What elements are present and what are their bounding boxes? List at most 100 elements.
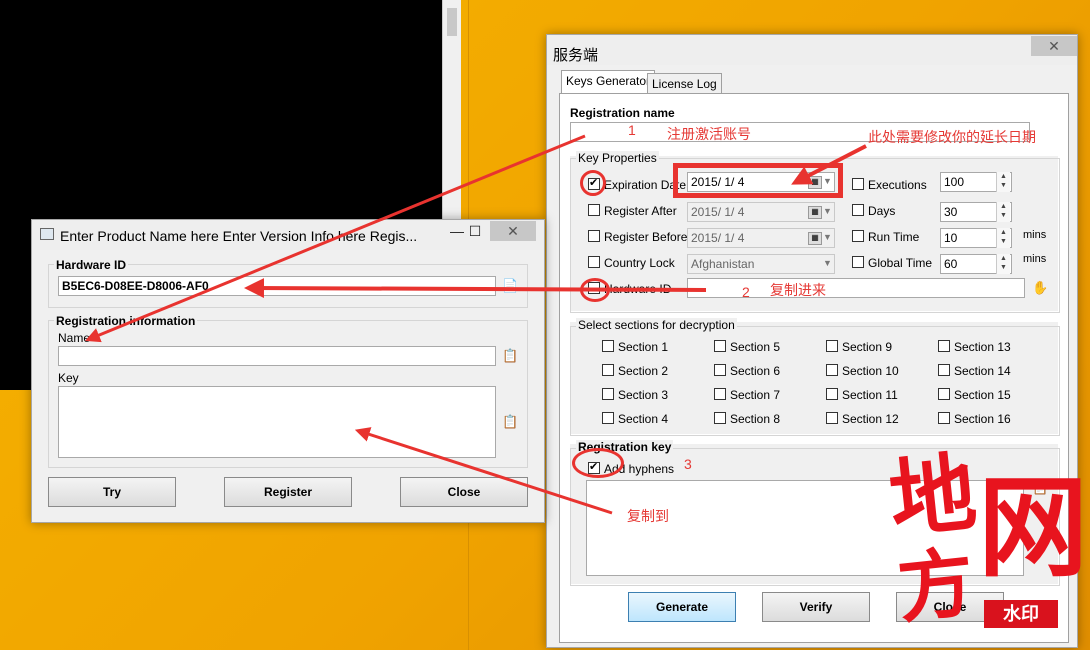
calendar-icon[interactable]: ▦ (808, 206, 822, 219)
section-checkbox[interactable] (602, 412, 614, 424)
section-checkbox[interactable] (714, 388, 726, 400)
register-title: Enter Product Name here Enter Version In… (60, 228, 418, 244)
register-after-label: Register After (604, 204, 677, 218)
section-checkbox[interactable] (602, 340, 614, 352)
run-time-spinner[interactable]: ▲ ▼ (996, 228, 1010, 248)
circle-hardware-checkbox (580, 278, 610, 302)
executions-label: Executions (868, 178, 927, 192)
server-title: 服务端 (553, 47, 599, 64)
global-time-unit: mins (1023, 253, 1047, 265)
executions-checkbox[interactable] (852, 178, 864, 190)
section-checkbox[interactable] (938, 388, 950, 400)
section-checkbox[interactable] (602, 388, 614, 400)
section-label: Section 11 (842, 388, 898, 402)
section-checkbox[interactable] (602, 364, 614, 376)
section-label: Section 10 (842, 364, 899, 378)
name-input[interactable] (58, 346, 496, 366)
key-input[interactable] (58, 386, 496, 458)
run-time-checkbox[interactable] (852, 230, 864, 242)
circle-hyphens-checkbox (572, 448, 624, 478)
annotation-number-2: 2 (742, 284, 750, 300)
section-label: Section 5 (730, 340, 781, 354)
annotation-number-3: 3 (684, 456, 692, 472)
section-checkbox[interactable] (938, 364, 950, 376)
server-titlebar: 服务端 ✕ (547, 35, 1077, 65)
section-checkbox[interactable] (938, 340, 950, 352)
chevron-down-icon[interactable]: ▼ (823, 258, 832, 268)
watermark-char-2: 网 (978, 463, 1088, 592)
section-label: Section 2 (618, 364, 669, 378)
days-label: Days (868, 204, 896, 218)
section-checkbox[interactable] (826, 364, 838, 376)
global-time-label: Global Time (868, 256, 933, 270)
paste-key-icon[interactable]: 📋 (502, 414, 518, 430)
sections-label: Select sections for decryption (576, 318, 737, 332)
highlight-expiration (673, 163, 843, 198)
chevron-down-icon[interactable]: ▼ (823, 232, 832, 242)
watermark-badge: 水印 (984, 600, 1058, 628)
section-checkbox[interactable] (714, 412, 726, 424)
registration-info-label: Registration information (54, 314, 198, 328)
section-checkbox[interactable] (826, 412, 838, 424)
country-select[interactable]: Afghanistan (687, 254, 835, 274)
register-after-checkbox[interactable] (588, 204, 600, 216)
key-label: Key (58, 371, 79, 385)
annotation-note-2: 复制进来 (770, 282, 826, 298)
watermark-char-1: 地 (884, 441, 981, 552)
copy-hardware-id-icon[interactable]: 📄 (502, 278, 518, 294)
section-label: Section 14 (954, 364, 1011, 378)
section-checkbox[interactable] (938, 412, 950, 424)
section-checkbox[interactable] (714, 340, 726, 352)
try-button[interactable]: Try (48, 477, 176, 507)
global-time-spinner[interactable]: ▲ ▼ (996, 254, 1010, 274)
hardware-id-input[interactable] (687, 278, 1025, 298)
verify-button[interactable]: Verify (762, 592, 870, 622)
hardware-id-field[interactable]: B5EC6-D08EE-D8006-AF0 (58, 276, 496, 296)
days-spinner[interactable]: ▲ ▼ (996, 202, 1010, 222)
register-before-checkbox[interactable] (588, 230, 600, 242)
section-label: Section 15 (954, 388, 1011, 402)
calendar-icon[interactable]: ▦ (808, 232, 822, 245)
register-close-button[interactable]: Close (400, 477, 528, 507)
section-checkbox[interactable] (826, 388, 838, 400)
country-lock-label: Country Lock (604, 256, 675, 270)
global-time-checkbox[interactable] (852, 256, 864, 268)
paste-hardware-id-icon[interactable]: ✋ (1032, 280, 1048, 296)
days-checkbox[interactable] (852, 204, 864, 216)
paste-name-icon[interactable]: 📋 (502, 348, 518, 364)
hardware-id-label: Hardware ID (604, 282, 672, 296)
registration-name-label: Registration name (570, 106, 675, 120)
register-close-icon[interactable]: ✕ (490, 221, 536, 241)
section-label: Section 13 (954, 340, 1011, 354)
scrollbar-thumb[interactable] (447, 8, 457, 36)
section-label: Section 8 (730, 412, 781, 426)
section-label: Section 12 (842, 412, 899, 426)
section-checkbox[interactable] (714, 364, 726, 376)
section-label: Section 1 (618, 340, 669, 354)
annotation-expiration-note: 此处需要修改你的延长日期 (868, 129, 1036, 145)
section-label: Section 6 (730, 364, 781, 378)
register-titlebar: Enter Product Name here Enter Version In… (32, 220, 544, 250)
server-close-icon[interactable]: ✕ (1031, 36, 1077, 56)
app-icon (40, 228, 54, 240)
section-label: Section 3 (618, 388, 669, 402)
register-dialog: Enter Product Name here Enter Version In… (31, 219, 545, 523)
annotation-note-1: 注册激活账号 (667, 126, 751, 142)
circle-expiration-checkbox (580, 170, 606, 196)
run-time-unit: mins (1023, 229, 1047, 241)
country-lock-checkbox[interactable] (588, 256, 600, 268)
tab-license-log[interactable]: License Log (647, 73, 722, 94)
section-label: Section 4 (618, 412, 669, 426)
tab-keys-generator[interactable]: Keys Generator (561, 70, 656, 93)
chevron-down-icon[interactable]: ▼ (823, 206, 832, 216)
executions-spinner[interactable]: ▲ ▼ (996, 172, 1010, 192)
watermark-char-3: 方 (893, 537, 979, 634)
section-checkbox[interactable] (826, 340, 838, 352)
key-properties-label: Key Properties (576, 151, 659, 165)
generate-button[interactable]: Generate (628, 592, 736, 622)
register-before-label: Register Before (604, 230, 688, 244)
section-label: Section 9 (842, 340, 893, 354)
run-time-label: Run Time (868, 230, 920, 244)
register-button[interactable]: Register (224, 477, 352, 507)
section-label: Section 16 (954, 412, 1011, 426)
